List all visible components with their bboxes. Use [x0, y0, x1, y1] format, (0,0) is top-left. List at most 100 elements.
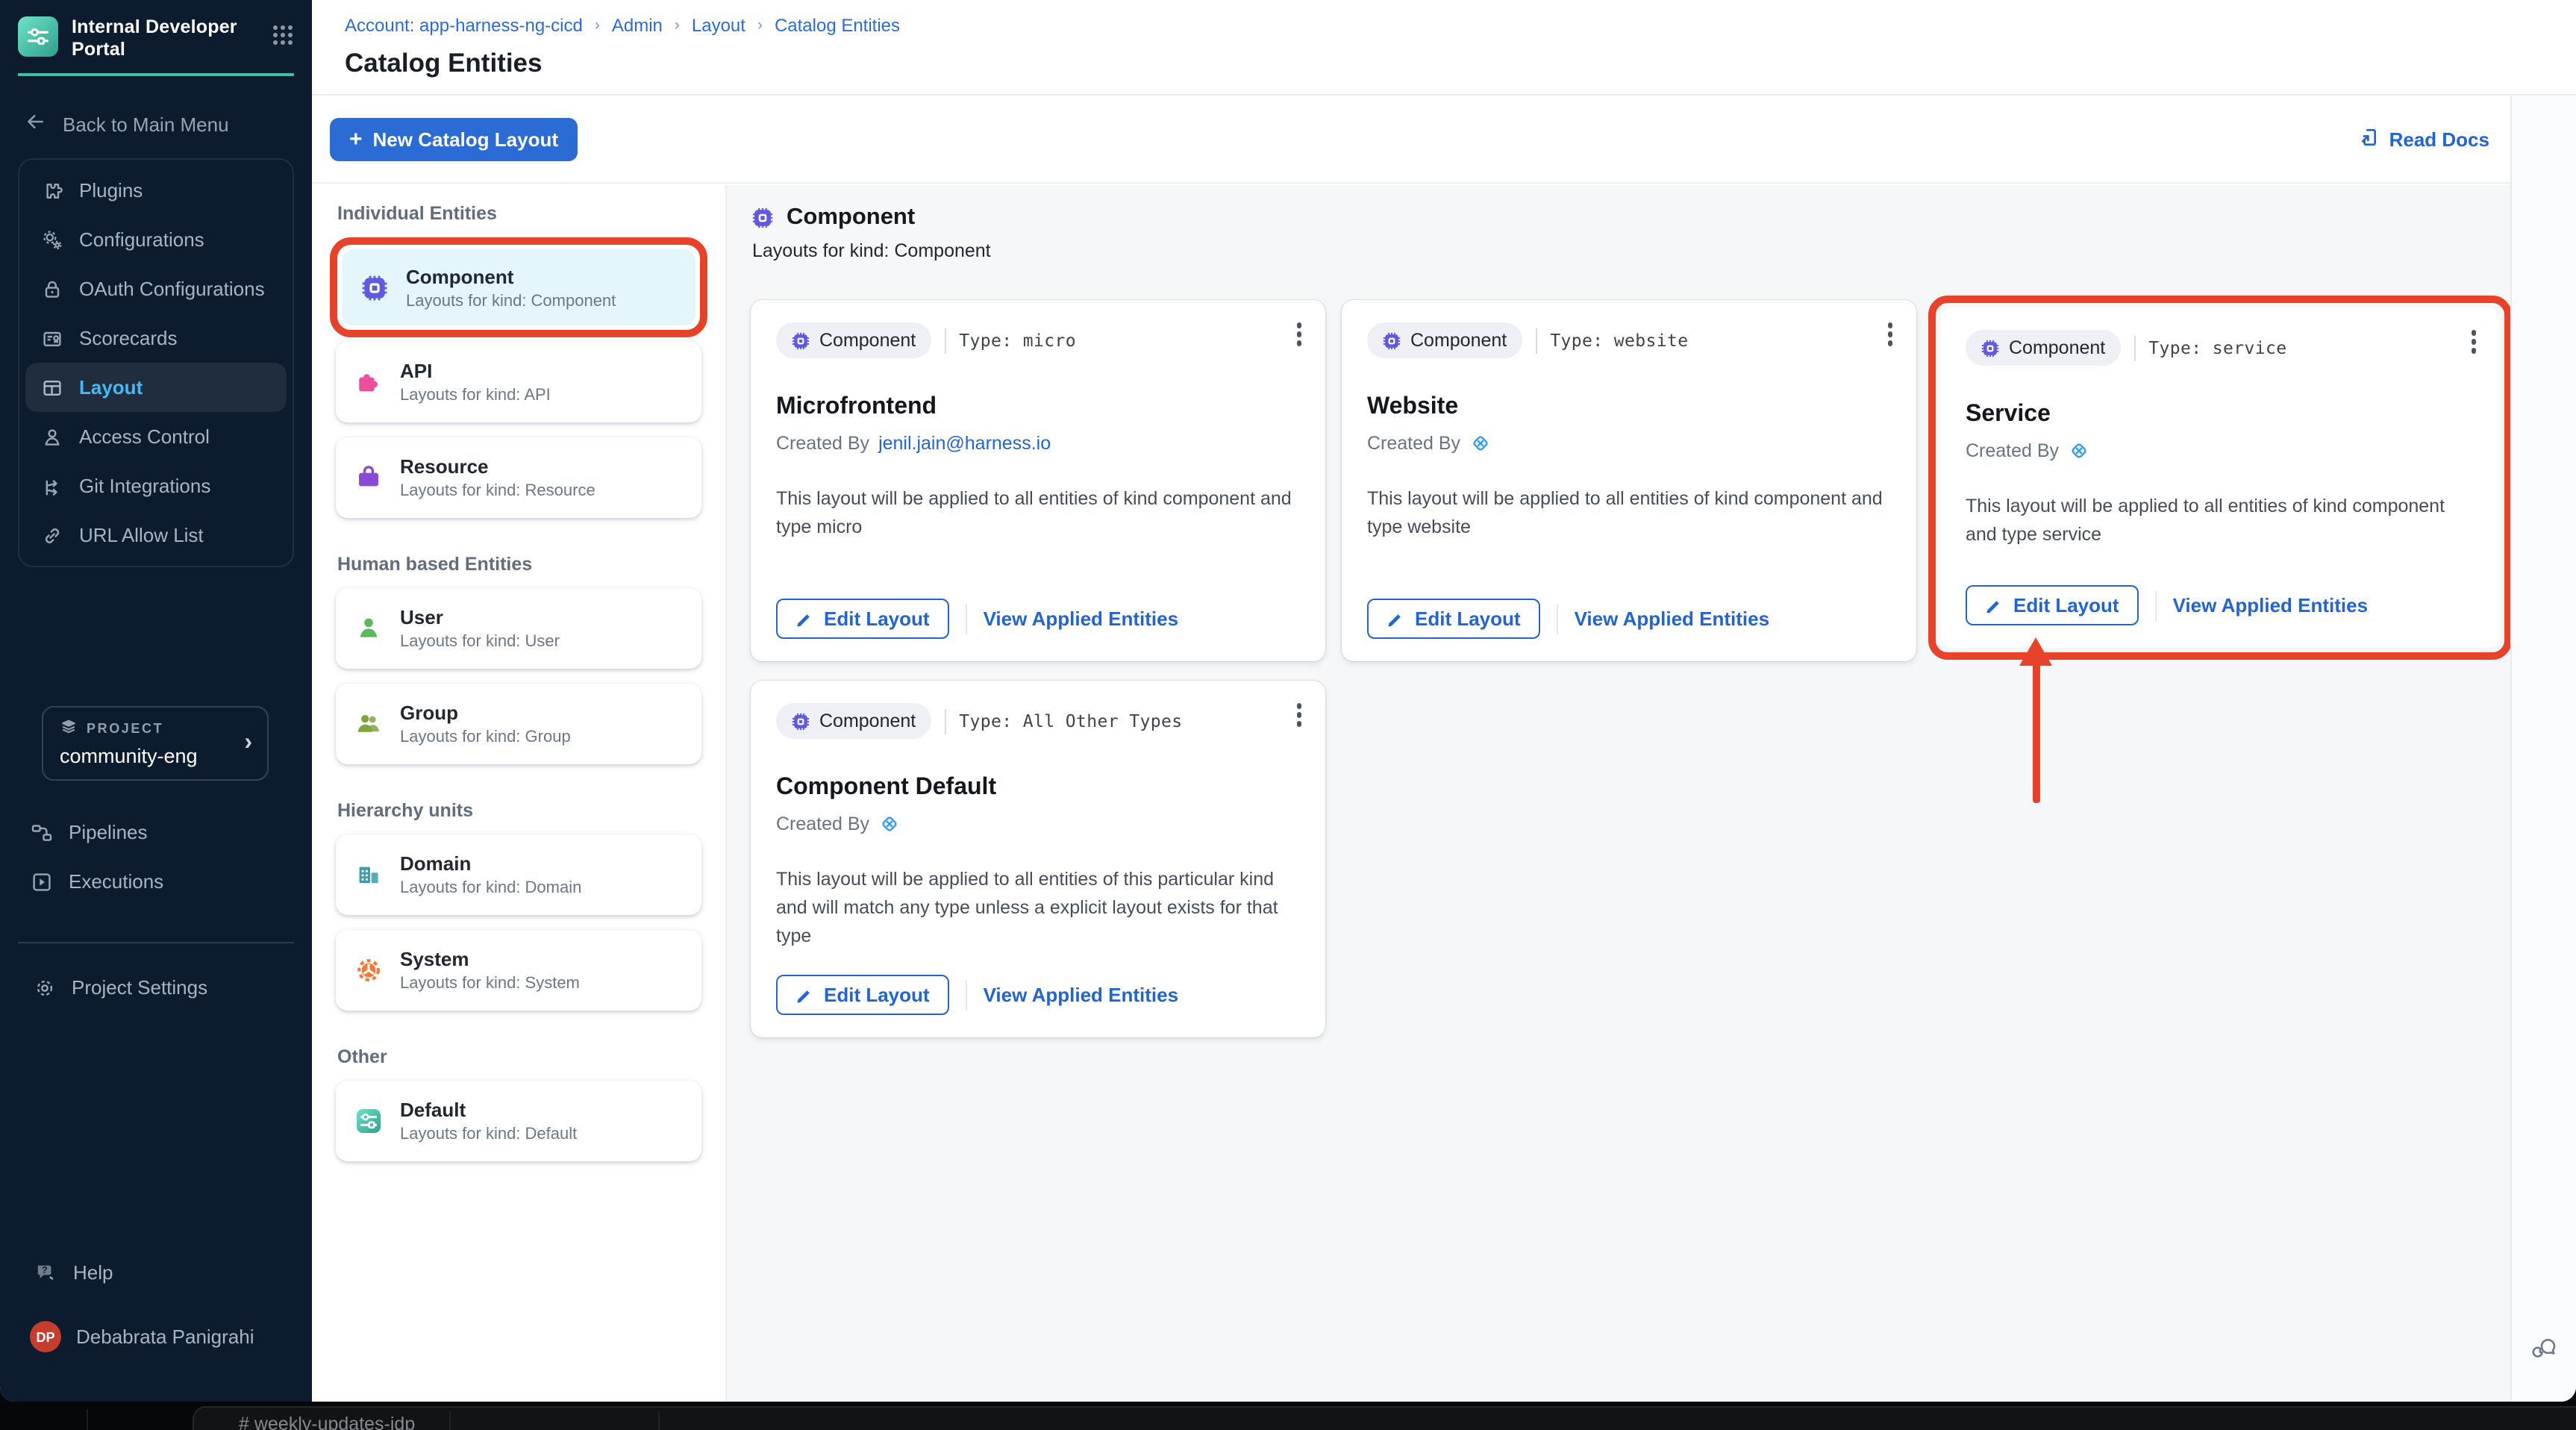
kebab-menu-icon[interactable]	[1292, 318, 1306, 350]
footer-separator	[965, 980, 967, 1010]
component-chip-icon	[792, 712, 810, 730]
edit-layout-button[interactable]: Edit Layout	[1966, 585, 2139, 625]
layout-type: Type: website	[1550, 330, 1689, 351]
component-chip-icon	[1383, 331, 1401, 349]
entity-kind-component[interactable]: Component Layouts for kind: Component	[342, 249, 695, 325]
section-label: Individual Entities	[337, 203, 497, 224]
project-eyebrow: PROJECT	[87, 721, 164, 736]
section-label: Human based Entities	[337, 554, 533, 575]
sidebar-item-label: Configurations	[79, 228, 204, 251]
entity-kind-system[interactable]: System Layouts for kind: System	[336, 930, 701, 1011]
sidebar-item-git-integrations[interactable]: Git Integrations	[25, 461, 287, 511]
layout-card-title: Service	[1966, 402, 2051, 427]
sidebar-item-layout[interactable]: Layout	[25, 363, 287, 412]
edit-layout-button[interactable]: Edit Layout	[776, 599, 949, 639]
sidebar-item-pipelines[interactable]: Pipelines	[18, 808, 294, 857]
created-by-user-link[interactable]: jenil.jain@harness.io	[878, 433, 1051, 454]
kind-badge: Component	[1966, 330, 2121, 366]
kind-badge: Component	[776, 703, 931, 739]
new-catalog-layout-button[interactable]: + New Catalog Layout	[330, 117, 578, 160]
harness-logo-icon	[881, 817, 896, 831]
layout-card-microfrontend: Component Type: micro Microfrontend Crea…	[751, 300, 1325, 661]
read-docs-link[interactable]: Read Docs	[2358, 125, 2489, 153]
chat-bubbles-icon[interactable]	[2530, 1331, 2558, 1366]
default-layout-icon	[357, 1109, 381, 1133]
sidebar-item-help[interactable]: ? Help	[18, 1248, 294, 1297]
kind-badge: Component	[1367, 322, 1522, 358]
entity-kind-api[interactable]: API Layouts for kind: API	[336, 342, 701, 422]
entity-kind-panel: Individual Entities Component Layouts fo…	[312, 185, 727, 1402]
created-by-label: Created By	[1966, 440, 2060, 461]
sidebar-item-configurations[interactable]: Configurations	[25, 215, 287, 264]
sidebar: Internal Developer Portal Back to Main M…	[0, 0, 312, 1402]
pencil-icon	[1388, 613, 1401, 626]
kind-header-title: Component	[787, 204, 916, 230]
kebab-menu-icon[interactable]	[1292, 699, 1306, 731]
edit-layout-button[interactable]: Edit Layout	[1367, 599, 1540, 639]
resource-briefcase-icon	[359, 466, 378, 487]
badge-type-separator	[2133, 335, 2136, 360]
view-applied-entities-link[interactable]: View Applied Entities	[1575, 608, 1770, 630]
entity-kind-domain[interactable]: Domain Layouts for kind: Domain	[336, 834, 701, 915]
breadcrumb-separator: ›	[757, 16, 763, 34]
entity-kind-default[interactable]: Default Layouts for kind: Default	[336, 1081, 701, 1161]
plus-icon: +	[349, 126, 363, 152]
sidebar-item-label: Help	[73, 1261, 113, 1284]
background-window-divider	[658, 1411, 660, 1430]
apps-grid-icon[interactable]	[272, 24, 294, 51]
avatar: DP	[30, 1321, 61, 1352]
sidebar-item-access-control[interactable]: Access Control	[25, 412, 287, 461]
sidebar-item-scorecards[interactable]: Scorecards	[25, 313, 287, 363]
breadcrumb-admin[interactable]: Admin	[612, 15, 663, 36]
layout-card-title: Component Default	[776, 775, 997, 800]
sidebar-item-url-allow-list[interactable]: URL Allow List	[25, 511, 287, 560]
view-applied-entities-link[interactable]: View Applied Entities	[984, 984, 1179, 1006]
entity-kind-user[interactable]: User Layouts for kind: User	[336, 588, 701, 669]
sidebar-item-label: Executions	[69, 870, 164, 893]
kind-badge: Component	[776, 322, 931, 358]
sidebar-item-oauth-configurations[interactable]: OAuth Configurations	[25, 264, 287, 313]
edit-layout-button[interactable]: Edit Layout	[776, 975, 949, 1015]
view-applied-entities-link[interactable]: View Applied Entities	[2173, 594, 2369, 616]
kebab-menu-icon[interactable]	[1883, 318, 1897, 350]
created-by-label: Created By	[1367, 433, 1461, 454]
sidebar-item-project-settings[interactable]: Project Settings	[18, 963, 294, 1012]
layout-card-title: Microfrontend	[776, 394, 937, 419]
layout-card-description: This layout will be applied to all entit…	[1367, 488, 1883, 537]
kebab-menu-icon[interactable]	[2466, 325, 2480, 358]
badge-type-separator	[1535, 328, 1537, 353]
annotation-arrow-icon	[2019, 637, 2052, 666]
layout-type: Type: micro	[959, 330, 1076, 351]
entity-kind-resource[interactable]: Resource Layouts for kind: Resource	[336, 437, 701, 518]
created-by-label: Created By	[776, 814, 870, 834]
component-chip-icon	[752, 207, 773, 228]
sidebar-item-label: Access Control	[79, 425, 210, 448]
component-chip-icon	[792, 331, 810, 349]
section-label: Other	[337, 1046, 387, 1067]
annotation-highlight-box: Component Layouts for kind: Component	[330, 237, 707, 337]
breadcrumb-catalog-entities[interactable]: Catalog Entities	[775, 15, 900, 36]
badge-type-separator	[944, 708, 946, 734]
component-chip-icon	[362, 275, 387, 300]
breadcrumb-account[interactable]: Account: app-harness-ng-cicd	[345, 15, 583, 36]
entity-kind-group[interactable]: Group Layouts for kind: Group	[336, 684, 701, 764]
sidebar-item-label: Project Settings	[72, 976, 208, 999]
project-selector[interactable]: PROJECT community-eng ›	[42, 706, 269, 781]
view-applied-entities-link[interactable]: View Applied Entities	[984, 608, 1179, 630]
back-to-main-menu[interactable]: Back to Main Menu	[0, 110, 312, 137]
section-label: Hierarchy units	[337, 800, 474, 821]
page-title: Catalog Entities	[345, 48, 543, 78]
layout-type: Type: All Other Types	[959, 711, 1183, 731]
user-menu[interactable]: DP Debabrata Panigrahi	[18, 1321, 294, 1352]
right-rail	[2510, 96, 2576, 1402]
project-name: community-eng	[60, 745, 198, 767]
layout-cards-area: Component Layouts for kind: Component Co…	[727, 185, 2576, 1402]
sidebar-item-executions[interactable]: Executions	[18, 857, 294, 906]
sidebar-divider	[18, 942, 294, 943]
sidebar-item-plugins[interactable]: Plugins	[25, 166, 287, 215]
group-icon	[357, 715, 379, 732]
breadcrumb-layout[interactable]: Layout	[692, 15, 745, 36]
app-window: Internal Developer Portal Back to Main M…	[0, 0, 2576, 1402]
screen: # weekly-updates-idp Internal Developer …	[0, 0, 2576, 1430]
breadcrumb-separator: ›	[594, 16, 600, 34]
